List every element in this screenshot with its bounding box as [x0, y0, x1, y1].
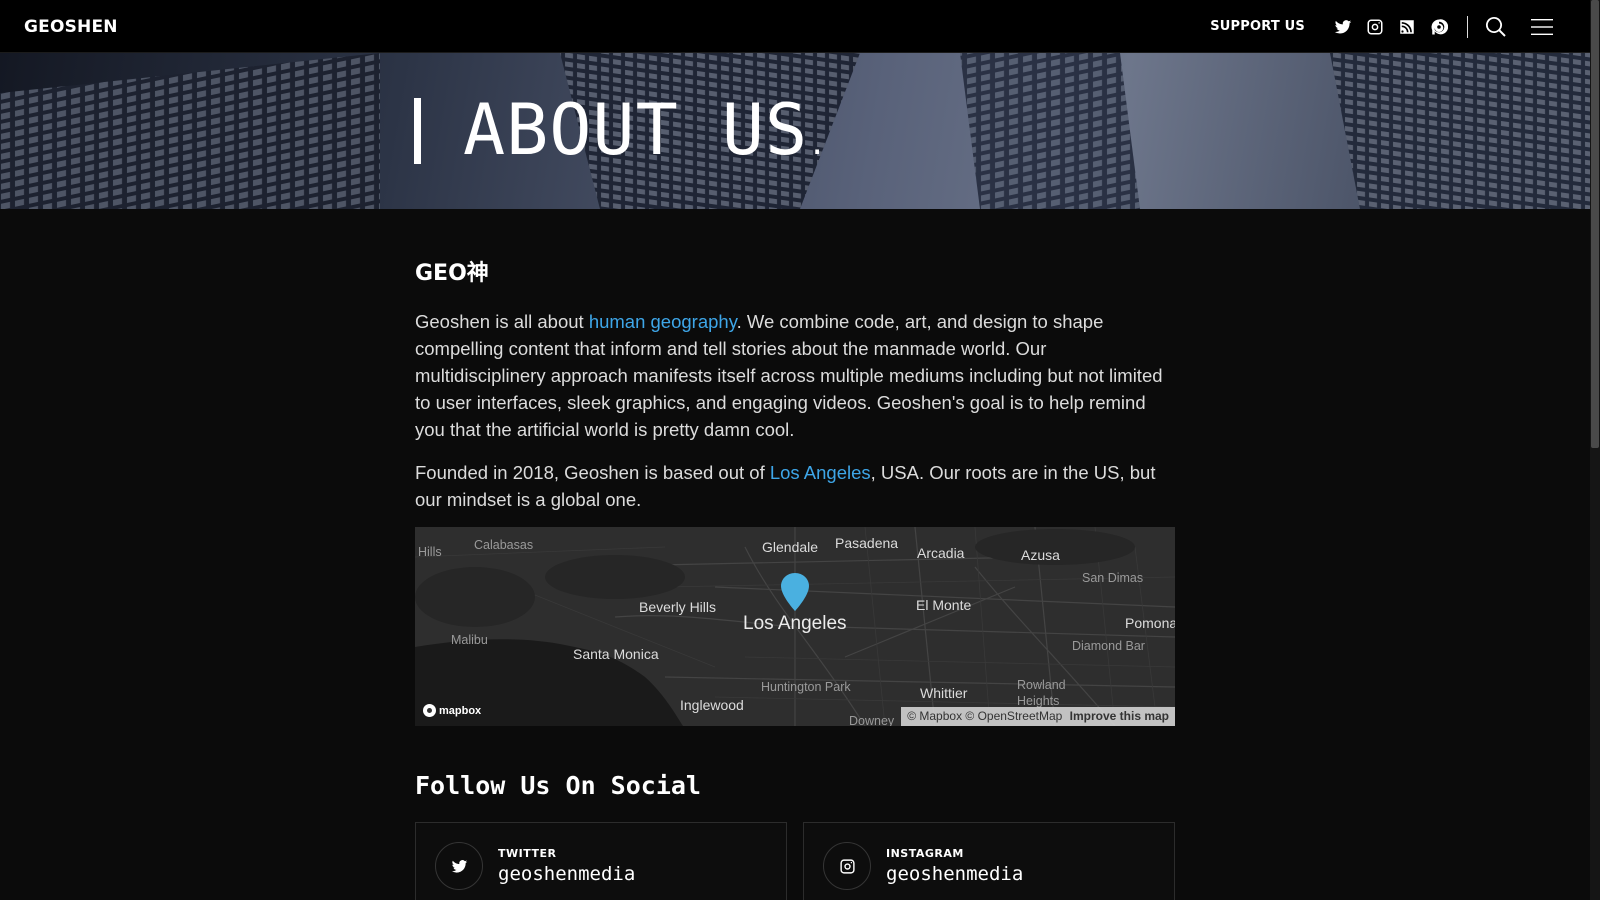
twitter-card-label: TWITTER [498, 847, 557, 860]
map-label-el-monte: El Monte [916, 597, 972, 613]
map-label-arcadia: Arcadia [917, 545, 965, 561]
search-icon[interactable] [1480, 11, 1512, 43]
site-logo[interactable]: GEOSHEN [24, 17, 118, 37]
map-label-calabasas: Calabasas [474, 538, 534, 552]
menu-icon[interactable] [1526, 11, 1558, 43]
map-label-glendale: Glendale [762, 539, 819, 555]
human-geography-link[interactable]: human geography [589, 311, 737, 332]
map-attribution: © Mapbox © OpenStreetMap Improve this ma… [901, 707, 1175, 726]
map-label-diamond-bar: Diamond Bar [1072, 639, 1145, 653]
map-label-downey: Downey [849, 714, 895, 726]
instagram-card-label: INSTAGRAM [886, 847, 964, 860]
map-label-inglewood: Inglewood [680, 697, 744, 713]
map-label-pomona: Pomona [1125, 615, 1175, 631]
twitter-icon [435, 842, 483, 890]
map-marker-pin[interactable] [780, 572, 810, 612]
patreon-icon[interactable] [1423, 11, 1455, 43]
los-angeles-link[interactable]: Los Angeles [770, 462, 871, 483]
mapbox-logo[interactable]: mapbox [423, 704, 481, 717]
top-navbar: GEOSHEN SUPPORT US [0, 0, 1590, 53]
about-paragraph-1: Geoshen is all about human geography. We… [415, 311, 1163, 440]
page-title: ABOUT US. [463, 89, 828, 171]
twitter-icon[interactable] [1327, 11, 1359, 43]
hero-accent-bar [414, 98, 421, 164]
page-scrollbar-thumb[interactable] [1591, 0, 1599, 448]
instagram-card-handle: geoshenmedia [886, 863, 1024, 885]
twitter-card-handle: geoshenmedia [498, 863, 636, 885]
social-heading: Follow Us On Social [415, 771, 701, 800]
map-label-pasadena: Pasadena [835, 535, 899, 551]
instagram-card[interactable]: INSTAGRAM geoshenmedia [803, 822, 1175, 900]
hero-banner: ABOUT US. [0, 53, 1590, 209]
location-map[interactable]: Hills Calabasas Glendale Pasadena Arcadi… [415, 527, 1175, 726]
map-label-san-dimas: San Dimas [1082, 571, 1144, 585]
improve-map-link[interactable]: Improve this map [1070, 709, 1169, 723]
instagram-icon [823, 842, 871, 890]
map-label-rowland-heights: Rowland Heights [1017, 678, 1066, 708]
map-label-azusa: Azusa [1021, 547, 1060, 563]
twitter-card[interactable]: TWITTER geoshenmedia [415, 822, 787, 900]
map-label-los-angeles: Los Angeles [743, 613, 847, 634]
support-us-link[interactable]: SUPPORT US [1210, 19, 1305, 34]
header-actions: SUPPORT US [1210, 0, 1558, 53]
map-label-hills: Hills [418, 545, 442, 559]
about-heading: GEO神 [415, 261, 489, 286]
map-label-huntington-park: Huntington Park [761, 680, 851, 694]
about-section: GEO神 Geoshen is all about human geograph… [415, 255, 1175, 513]
about-paragraph-2: Founded in 2018, Geoshen is based out of… [415, 462, 1156, 510]
header-divider [1467, 15, 1468, 38]
map-label-beverly-hills: Beverly Hills [639, 599, 717, 615]
rss-icon[interactable] [1391, 11, 1423, 43]
map-label-whittier: Whittier [920, 685, 968, 701]
instagram-icon[interactable] [1359, 11, 1391, 43]
map-label-santa-monica: Santa Monica [573, 646, 659, 662]
attribution-text[interactable]: © Mapbox © OpenStreetMap [907, 709, 1062, 723]
map-label-malibu: Malibu [451, 633, 488, 647]
